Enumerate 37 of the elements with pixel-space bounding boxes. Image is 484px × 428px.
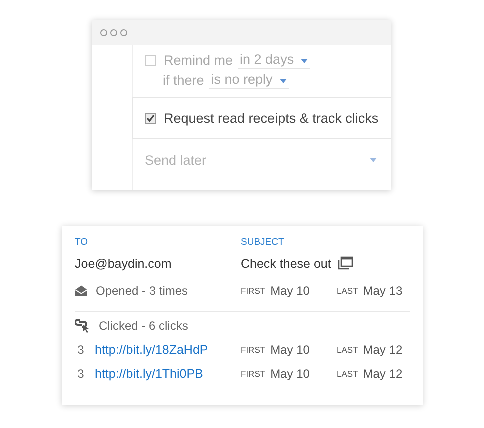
condition-dropdown[interactable]: is no reply xyxy=(209,72,289,89)
to-heading: TO xyxy=(75,236,90,250)
send-later-dropdown[interactable]: Send later xyxy=(133,139,391,168)
checkbox[interactable] xyxy=(145,112,156,124)
last-label: LAST xyxy=(337,345,358,355)
recipient-email: Joe@baydin.com xyxy=(75,256,173,273)
envelope-icon xyxy=(75,284,88,296)
first-label: FIRST xyxy=(241,345,266,355)
first-date: May 10 xyxy=(270,343,310,357)
delay-dropdown[interactable]: in 2 days xyxy=(238,52,310,69)
first-date: May 10 xyxy=(270,367,310,381)
clicked-count: Clicked - 6 clicks xyxy=(99,319,188,333)
first-date: May 10 xyxy=(270,284,310,298)
last-label: LAST xyxy=(337,286,358,296)
caret-icon xyxy=(280,79,287,84)
last-date: May 12 xyxy=(363,367,403,381)
opened-count: Opened - 3 times xyxy=(96,284,188,298)
first-label: FIRST xyxy=(241,286,266,296)
condition-label: if there xyxy=(163,73,204,88)
caret-icon xyxy=(370,158,377,163)
receipts-label: Request read receipts & track clicks xyxy=(164,110,379,126)
reminder-label: Remind me xyxy=(164,53,234,68)
link[interactable]: http://bit.ly/18ZaHdP xyxy=(95,343,208,357)
windows-icon[interactable] xyxy=(337,256,354,271)
window-controls-icon xyxy=(100,28,128,36)
caret-icon xyxy=(300,59,308,64)
click-count: 3 xyxy=(76,343,86,357)
click-count: 3 xyxy=(76,367,86,381)
subject-heading: SUBJECT xyxy=(241,236,286,250)
first-label: FIRST xyxy=(241,369,266,379)
last-label: LAST xyxy=(337,369,358,379)
last-date: May 13 xyxy=(363,284,403,298)
link[interactable]: http://bit.ly/1Thi0PB xyxy=(95,367,204,381)
last-date: May 12 xyxy=(363,343,403,357)
checkbox[interactable] xyxy=(145,55,156,66)
subject-text: Check these out xyxy=(241,256,332,270)
link-cursor-icon xyxy=(75,319,91,333)
